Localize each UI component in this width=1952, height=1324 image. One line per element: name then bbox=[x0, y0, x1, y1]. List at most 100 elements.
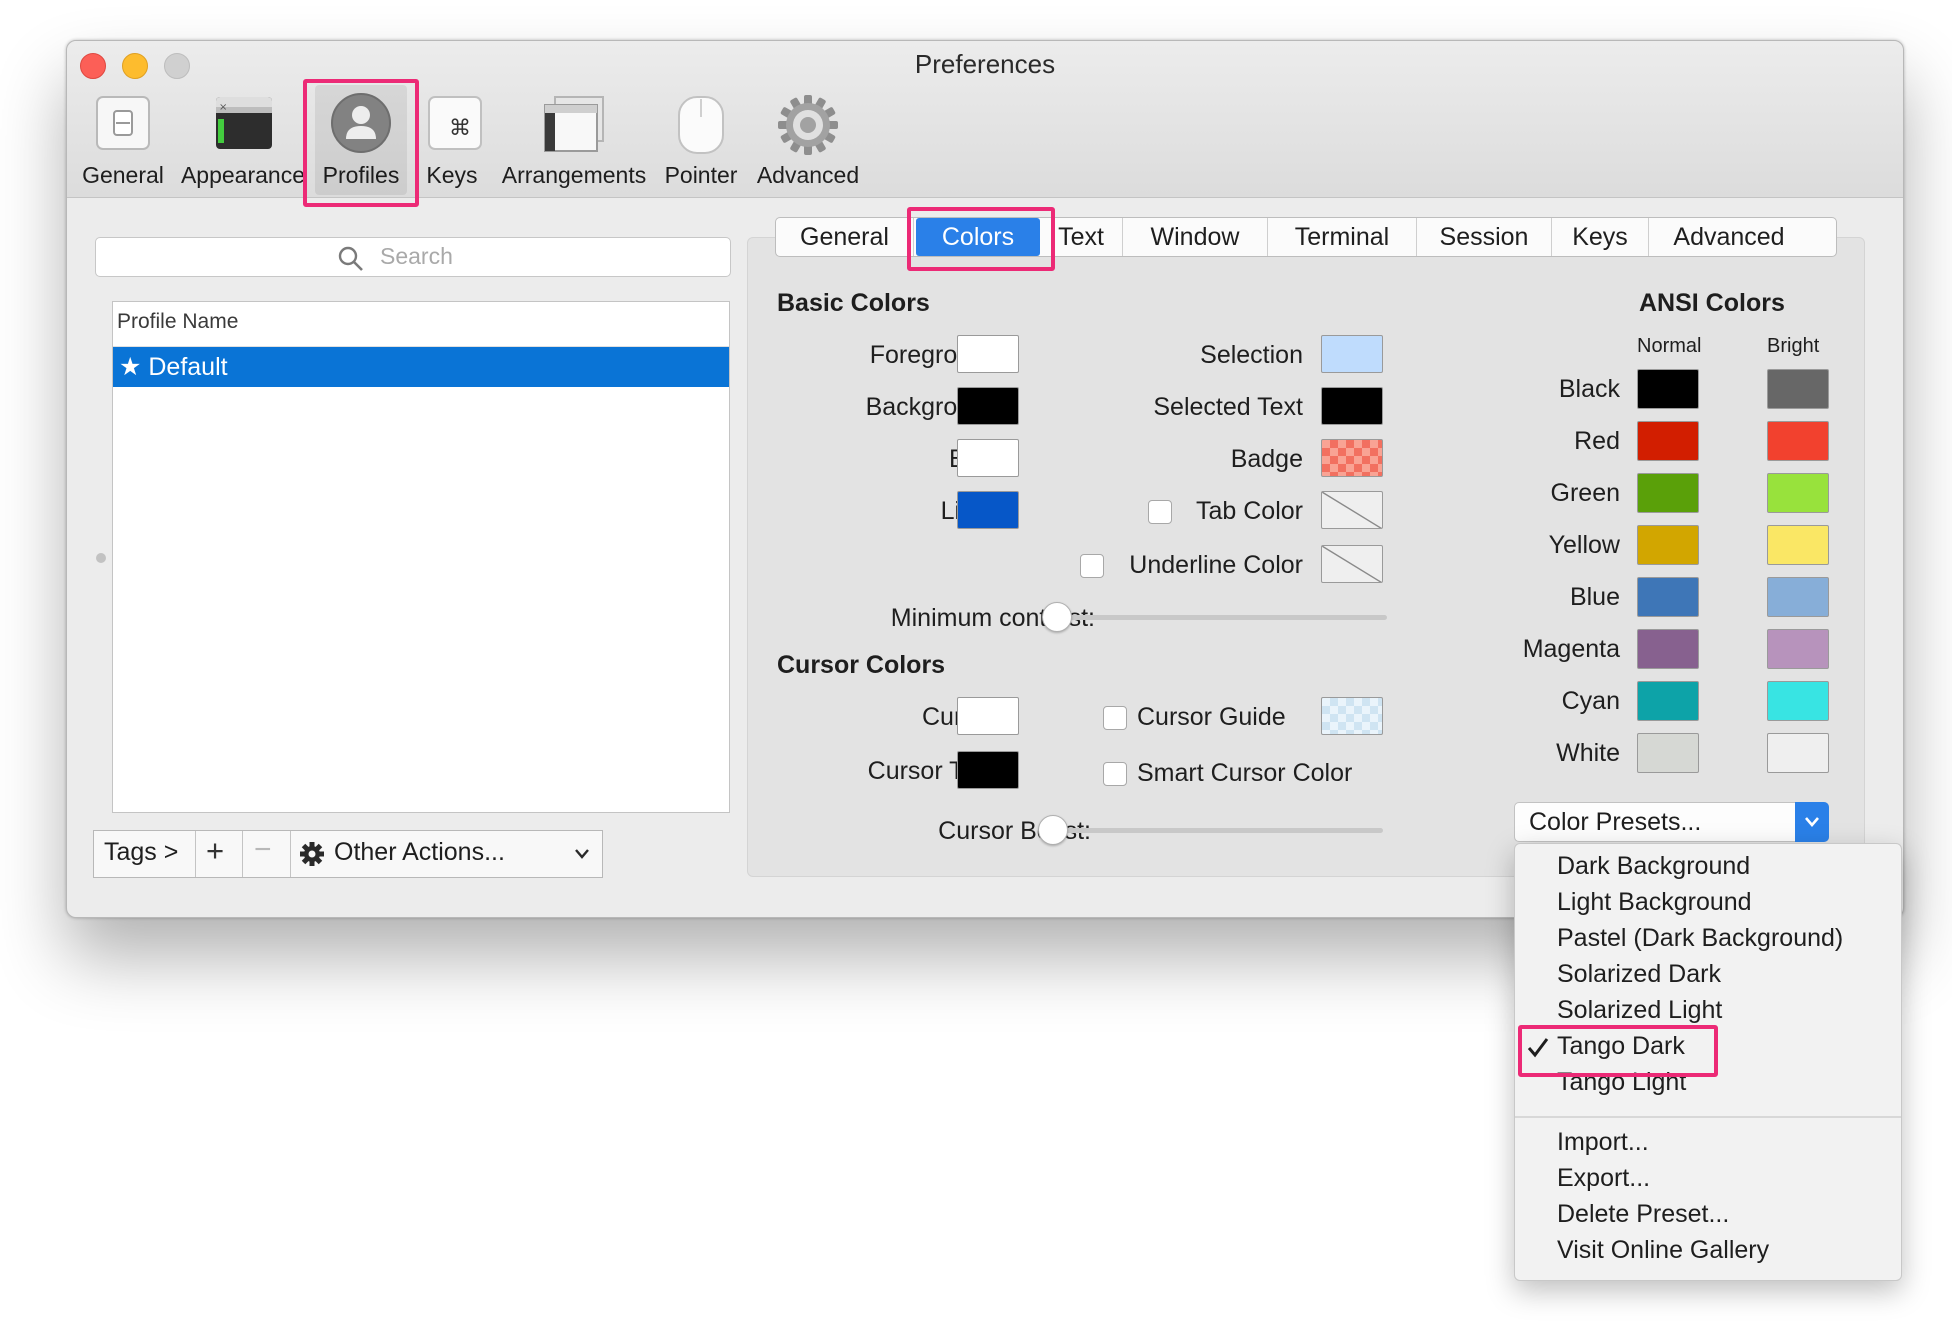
appearance-window-icon: × bbox=[216, 97, 272, 149]
minimum-contrast-track[interactable] bbox=[1045, 615, 1387, 620]
add-profile-button[interactable]: + bbox=[206, 833, 224, 869]
tab-advanced[interactable]: Advanced bbox=[1649, 218, 1809, 256]
preset-delete[interactable]: Delete Preset... bbox=[1557, 1200, 1729, 1229]
remove-profile-button[interactable]: − bbox=[254, 833, 272, 867]
minimum-contrast-slider[interactable] bbox=[1042, 602, 1072, 632]
ansi-yellow-normal-swatch[interactable] bbox=[1637, 525, 1699, 565]
preset-dark-background[interactable]: Dark Background bbox=[1557, 852, 1750, 881]
underline-color-swatch[interactable] bbox=[1321, 545, 1383, 583]
ansi-blue-label: Blue bbox=[1569, 583, 1620, 611]
preset-pastel-dark-background[interactable]: Pastel (Dark Background) bbox=[1557, 924, 1843, 953]
badge-label: Badge bbox=[1230, 445, 1303, 473]
preset-visit-online-gallery[interactable]: Visit Online Gallery bbox=[1557, 1236, 1769, 1265]
ansi-black-normal-swatch[interactable] bbox=[1637, 369, 1699, 409]
ansi-cyan-bright-swatch[interactable] bbox=[1767, 681, 1829, 721]
tab-session[interactable]: Session bbox=[1417, 218, 1551, 256]
toolbar-general[interactable]: General bbox=[67, 162, 179, 189]
preferences-window: Preferences × ⌘ General Appearance Profi… bbox=[66, 40, 1904, 918]
window-title: Preferences bbox=[914, 49, 1056, 79]
background-swatch[interactable] bbox=[957, 387, 1019, 425]
profile-list: Profile Name ★ Default bbox=[112, 301, 730, 813]
profile-search-input[interactable]: Search bbox=[95, 237, 731, 277]
tab-keys[interactable]: Keys bbox=[1552, 218, 1648, 256]
menu-separator bbox=[1515, 1116, 1901, 1118]
profiles-highlight-box bbox=[303, 79, 419, 207]
tab-color-label: Tab Color bbox=[1196, 497, 1303, 525]
split-handle[interactable] bbox=[96, 553, 106, 563]
ansi-bright-header: Bright bbox=[1767, 335, 1820, 357]
toolbar-appearance[interactable]: Appearance bbox=[177, 162, 309, 189]
links-swatch[interactable] bbox=[957, 491, 1019, 529]
gear-icon bbox=[778, 95, 838, 155]
selection-label: Selection bbox=[1200, 341, 1303, 369]
ansi-yellow-bright-swatch[interactable] bbox=[1767, 525, 1829, 565]
search-icon bbox=[338, 246, 363, 271]
preset-light-background[interactable]: Light Background bbox=[1557, 888, 1752, 917]
underline-color-label: Underline Color bbox=[1129, 551, 1303, 579]
ansi-white-bright-swatch[interactable] bbox=[1767, 733, 1829, 773]
selected-text-swatch[interactable] bbox=[1321, 387, 1383, 425]
tags-button[interactable]: Tags > bbox=[104, 838, 178, 867]
ansi-green-normal-swatch[interactable] bbox=[1637, 473, 1699, 513]
tab-terminal[interactable]: Terminal bbox=[1268, 218, 1416, 256]
bold-swatch[interactable] bbox=[957, 439, 1019, 477]
ansi-green-bright-swatch[interactable] bbox=[1767, 473, 1829, 513]
selected-text-label: Selected Text bbox=[1153, 393, 1303, 421]
ansi-magenta-label: Magenta bbox=[1522, 635, 1620, 663]
preset-solarized-light[interactable]: Solarized Light bbox=[1557, 996, 1722, 1025]
ansi-cyan-normal-swatch[interactable] bbox=[1637, 681, 1699, 721]
preset-solarized-dark[interactable]: Solarized Dark bbox=[1557, 960, 1721, 989]
presets-arrow[interactable] bbox=[1795, 802, 1829, 842]
ansi-white-label: White bbox=[1556, 739, 1620, 767]
ansi-magenta-normal-swatch[interactable] bbox=[1637, 629, 1699, 669]
ansi-red-bright-swatch[interactable] bbox=[1767, 421, 1829, 461]
cursor-guide-label: Cursor Guide bbox=[1137, 703, 1286, 731]
toolbar-advanced[interactable]: Advanced bbox=[751, 162, 865, 189]
tab-general[interactable]: General bbox=[776, 218, 913, 256]
profile-row-label: ★ Default bbox=[119, 353, 228, 381]
ansi-black-bright-swatch[interactable] bbox=[1767, 369, 1829, 409]
profile-name-column-header[interactable]: Profile Name bbox=[117, 310, 238, 334]
toolbar-keys[interactable]: Keys bbox=[415, 162, 489, 189]
mouse-icon bbox=[678, 96, 724, 154]
ansi-white-normal-swatch[interactable] bbox=[1637, 733, 1699, 773]
other-actions-button[interactable]: Other Actions... bbox=[334, 838, 505, 867]
ansi-green-label: Green bbox=[1550, 479, 1620, 507]
ansi-magenta-bright-swatch[interactable] bbox=[1767, 629, 1829, 669]
ansi-blue-bright-swatch[interactable] bbox=[1767, 577, 1829, 617]
ansi-yellow-label: Yellow bbox=[1548, 531, 1620, 559]
profile-actions-bar: Tags > + − Other Actions... bbox=[93, 830, 603, 878]
selection-swatch[interactable] bbox=[1321, 335, 1383, 373]
preset-import[interactable]: Import... bbox=[1557, 1128, 1649, 1157]
tab-color-swatch[interactable] bbox=[1321, 491, 1383, 529]
color-presets-button[interactable]: Color Presets... bbox=[1514, 802, 1829, 842]
smart-cursor-color-label: Smart Cursor Color bbox=[1137, 759, 1353, 787]
color-presets-label: Color Presets... bbox=[1529, 808, 1702, 836]
toolbar-arrangements[interactable]: Arrangements bbox=[497, 162, 651, 189]
ansi-red-normal-swatch[interactable] bbox=[1637, 421, 1699, 461]
badge-swatch[interactable] bbox=[1321, 439, 1383, 477]
ansi-red-label: Red bbox=[1574, 427, 1620, 455]
chevron-down-icon bbox=[1805, 817, 1819, 827]
ansi-black-label: Black bbox=[1558, 375, 1620, 403]
smart-cursor-color-checkbox[interactable] bbox=[1103, 762, 1127, 786]
cursor-guide-swatch[interactable] bbox=[1321, 697, 1383, 735]
preset-export[interactable]: Export... bbox=[1557, 1164, 1650, 1193]
tab-window[interactable]: Window bbox=[1123, 218, 1267, 256]
profile-row-default[interactable]: ★ Default bbox=[113, 347, 729, 387]
command-key-icon: ⌘ bbox=[428, 96, 482, 150]
foreground-swatch[interactable] bbox=[957, 335, 1019, 373]
search-placeholder: Search bbox=[380, 243, 453, 269]
cursor-swatch[interactable] bbox=[957, 697, 1019, 735]
ansi-blue-normal-swatch[interactable] bbox=[1637, 577, 1699, 617]
underline-color-checkbox[interactable] bbox=[1080, 554, 1104, 578]
cursor-guide-checkbox[interactable] bbox=[1103, 706, 1127, 730]
cursor-boost-track[interactable] bbox=[1041, 828, 1383, 833]
arrangements-icon bbox=[544, 96, 604, 152]
chevron-down-icon bbox=[575, 849, 589, 859]
cursor-boost-slider[interactable] bbox=[1038, 815, 1068, 845]
colors-tab-highlight-box bbox=[907, 207, 1055, 271]
tab-color-checkbox[interactable] bbox=[1148, 500, 1172, 524]
toolbar-pointer[interactable]: Pointer bbox=[659, 162, 743, 189]
cursor-text-swatch[interactable] bbox=[957, 751, 1019, 789]
